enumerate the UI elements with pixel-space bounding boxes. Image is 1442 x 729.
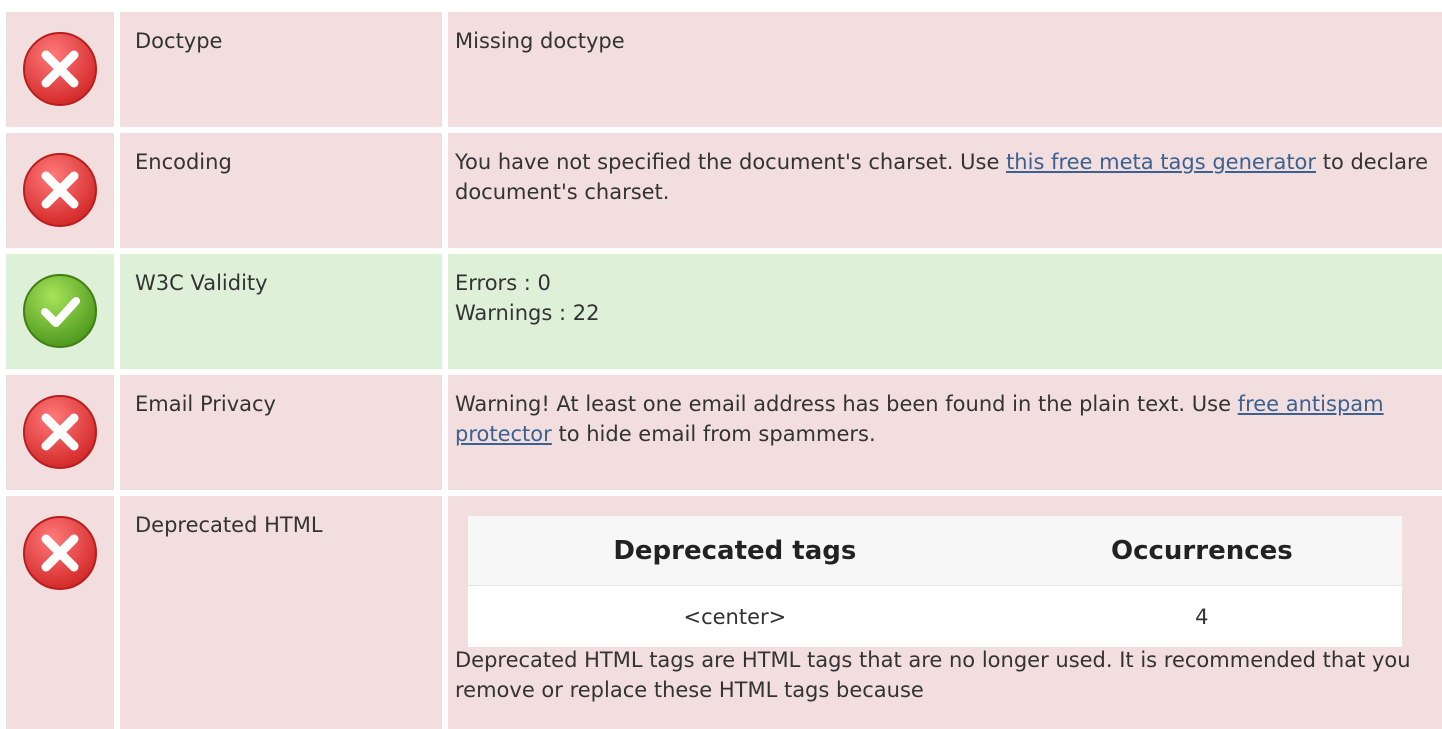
label-cell: Doctype: [120, 12, 442, 127]
status-cell: [6, 12, 114, 127]
text-before: Warning! At least one email address has …: [455, 392, 1238, 416]
check-icon: [23, 274, 97, 348]
error-x-icon: [23, 516, 97, 590]
status-cell: [6, 254, 114, 369]
row-deprecated-html: Deprecated HTML Deprecated tags Occurren…: [6, 496, 1442, 729]
error-x-icon: [23, 395, 97, 469]
row-label: Deprecated HTML: [135, 513, 323, 537]
value-cell: Warning! At least one email address has …: [448, 375, 1442, 490]
header-deprecated-tags: Deprecated tags: [468, 516, 1002, 586]
status-cell: [6, 496, 114, 729]
status-cell: [6, 375, 114, 490]
row-label: W3C Validity: [135, 271, 268, 295]
row-label: Encoding: [135, 150, 232, 174]
row-value: Warning! At least one email address has …: [455, 389, 1432, 449]
seo-report: Doctype Missing doctype Encoding You hav…: [0, 0, 1442, 729]
error-x-icon: [23, 32, 97, 106]
value-cell: Deprecated tags Occurrences <center> 4 D…: [448, 496, 1442, 729]
value-cell: You have not specified the document's ch…: [448, 133, 1442, 248]
label-cell: Encoding: [120, 133, 442, 248]
row-encoding: Encoding You have not specified the docu…: [6, 133, 1442, 248]
row-w3c-validity: W3C Validity Errors : 0 Warnings : 22: [6, 254, 1442, 369]
label-cell: Email Privacy: [120, 375, 442, 490]
error-x-icon: [23, 153, 97, 227]
value-cell: Missing doctype: [448, 12, 1442, 127]
row-value: Errors : 0 Warnings : 22: [455, 268, 1432, 328]
tag-cell: <center>: [468, 585, 1002, 647]
table-row: <center> 4: [468, 585, 1402, 647]
occurrences-cell: 4: [1001, 585, 1402, 647]
warnings-count: Warnings : 22: [455, 301, 600, 325]
table-header-row: Deprecated tags Occurrences: [468, 516, 1402, 586]
deprecated-description: Deprecated HTML tags are HTML tags that …: [455, 648, 1411, 702]
row-value: You have not specified the document's ch…: [455, 147, 1432, 207]
meta-tags-generator-link[interactable]: this free meta tags generator: [1006, 150, 1316, 174]
row-label: Doctype: [135, 29, 223, 53]
value-cell: Errors : 0 Warnings : 22: [448, 254, 1442, 369]
row-value: Missing doctype: [455, 29, 625, 53]
errors-count: Errors : 0: [455, 271, 551, 295]
row-doctype: Doctype Missing doctype: [6, 12, 1442, 127]
header-occurrences: Occurrences: [1001, 516, 1402, 586]
status-cell: [6, 133, 114, 248]
label-cell: Deprecated HTML: [120, 496, 442, 729]
text-after: to hide email from spammers.: [551, 422, 876, 446]
deprecated-tags-table: Deprecated tags Occurrences <center> 4: [468, 516, 1402, 647]
text-before: You have not specified the document's ch…: [455, 150, 1007, 174]
label-cell: W3C Validity: [120, 254, 442, 369]
row-label: Email Privacy: [135, 392, 276, 416]
row-email-privacy: Email Privacy Warning! At least one emai…: [6, 375, 1442, 490]
